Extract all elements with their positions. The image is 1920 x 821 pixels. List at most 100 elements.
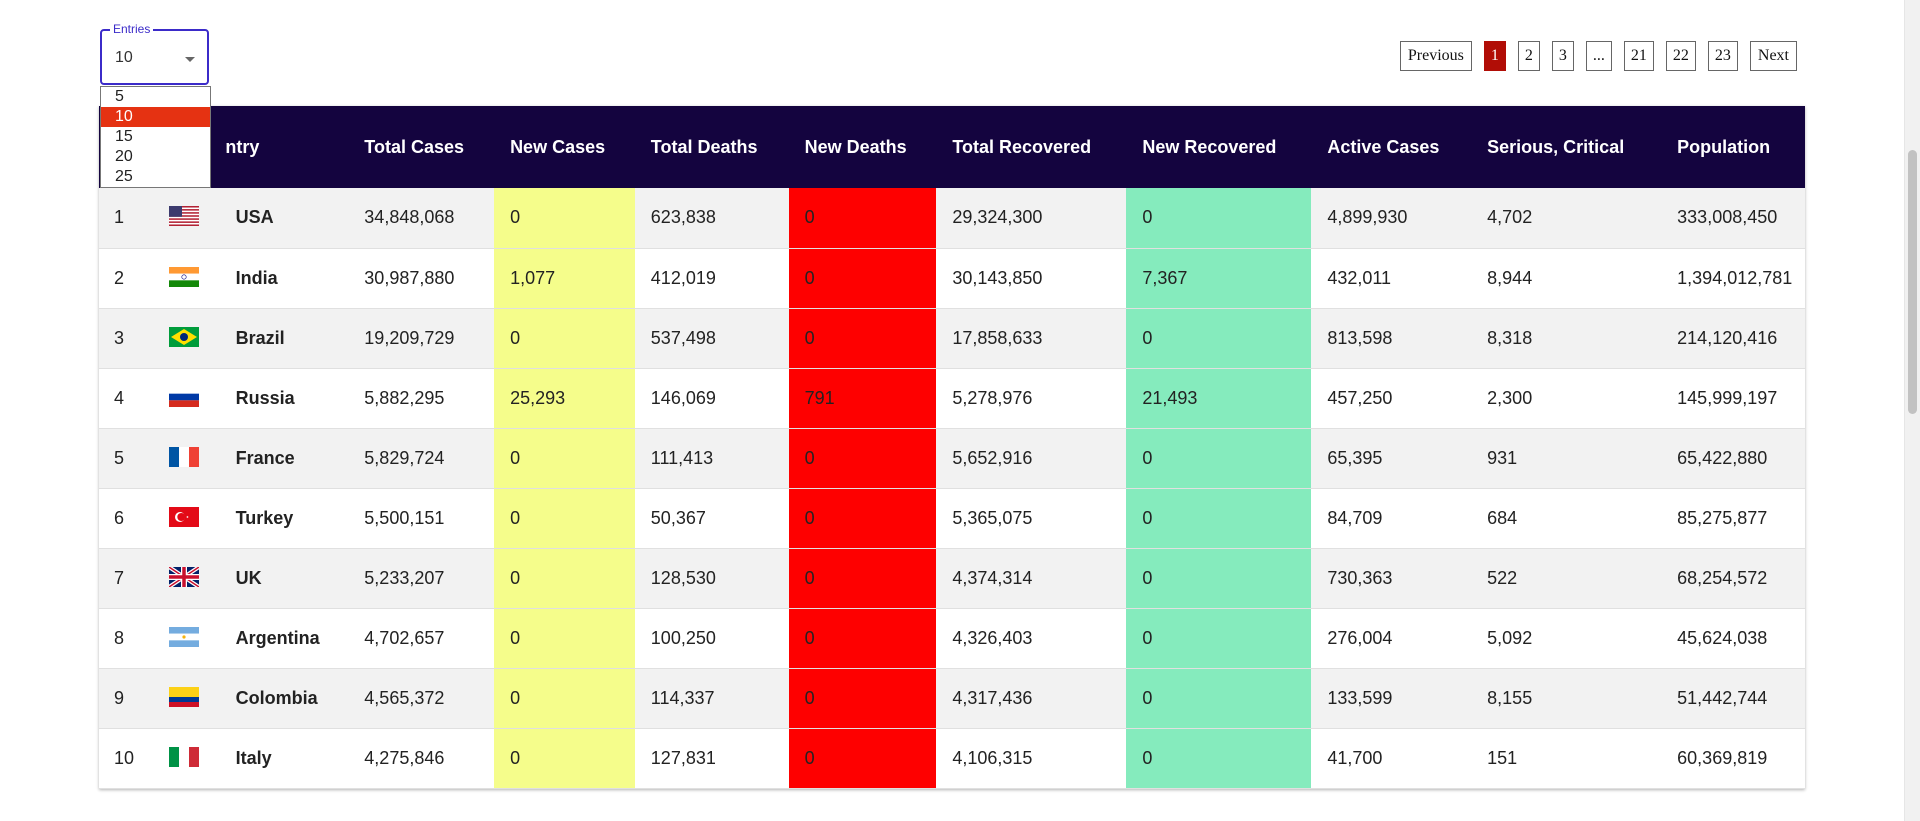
country-cell: USA (235, 207, 274, 228)
header-new-recovered[interactable]: New Recovered (1126, 106, 1311, 188)
population-cell: 45,624,038 (1677, 627, 1768, 648)
previous-button[interactable]: Previous (1399, 41, 1472, 71)
table-row: 7 UK 5,233,207 0 128,530 0 4,374,314 0 730,363 52… (99, 548, 1805, 608)
scrollbar-thumb[interactable] (1908, 150, 1917, 414)
header-new-cases[interactable]: New Cases (494, 106, 635, 188)
serious-critical-cell: 8,155 (1487, 687, 1533, 708)
header-total-deaths[interactable]: Total Deaths (635, 106, 789, 188)
country-cell: UK (235, 567, 262, 588)
entries-label: Entries (110, 22, 154, 36)
serious-critical-cell: 522 (1487, 567, 1518, 588)
flag-cell (169, 248, 219, 308)
new-deaths-cell: 0 (788, 488, 937, 548)
entries-option-15[interactable]: 15 (101, 127, 210, 147)
us-flag-icon (169, 206, 219, 227)
table-row: 1 USA 34,848,068 0 623,838 0 29,324,300 0 4,899,… (99, 188, 1805, 248)
new-deaths-cell: 0 (788, 668, 937, 728)
rank-cell: 7 (114, 567, 125, 588)
new-cases-cell: 0 (494, 488, 635, 548)
population-cell: 60,369,819 (1677, 747, 1768, 768)
total-cases-cell: 4,275,846 (364, 747, 445, 768)
header-population[interactable]: Population (1661, 106, 1805, 188)
country-cell: Brazil (235, 327, 285, 348)
total-deaths-cell: 50,367 (650, 507, 706, 528)
flag-cell (169, 428, 219, 488)
entries-option-5[interactable]: 5 (101, 87, 210, 107)
new-recovered-cell: 0 (1126, 668, 1312, 728)
country-cell: Colombia (235, 687, 318, 708)
table-row: 9 Colombia 4,565,372 0 114,337 0 4,317,436 0 133… (99, 668, 1805, 728)
header-active-cases[interactable]: Active Cases (1311, 106, 1471, 188)
page-button-3[interactable]: 3 (1551, 41, 1574, 71)
rank-cell: 1 (114, 207, 125, 228)
new-deaths-cell: 0 (788, 728, 937, 788)
total-deaths-cell: 146,069 (650, 387, 716, 408)
table-row: 10 Italy 4,275,846 0 127,831 0 4,106,315 0 41,70… (99, 728, 1805, 788)
new-deaths-cell: 0 (788, 428, 937, 488)
page-button-21[interactable]: 21 (1623, 41, 1654, 71)
next-button[interactable]: Next (1749, 41, 1797, 71)
population-cell: 214,120,416 (1677, 327, 1778, 348)
rank-cell: 6 (114, 507, 125, 528)
total-deaths-cell: 111,413 (650, 447, 714, 468)
rank-cell: 9 (114, 687, 125, 708)
page-button-22[interactable]: 22 (1665, 41, 1696, 71)
population-cell: 1,394,012,781 (1677, 267, 1793, 288)
total-deaths-cell: 128,530 (650, 567, 716, 588)
page-button-1[interactable]: 1 (1483, 41, 1506, 71)
page-button-23[interactable]: 23 (1707, 41, 1738, 71)
colombia-flag-icon (169, 686, 219, 707)
covid-stats-table: ntry Total Cases New Cases Total Deaths … (99, 106, 1805, 789)
total-deaths-cell: 412,019 (650, 267, 716, 288)
table-row: 3 Brazil 19,209,729 0 537,498 0 17,858,633 0 813… (99, 308, 1805, 368)
active-cases-cell: 41,700 (1327, 747, 1383, 768)
total-recovered-cell: 4,317,436 (952, 687, 1033, 708)
active-cases-cell: 84,709 (1327, 507, 1383, 528)
flag-cell (169, 488, 219, 548)
table-row: 6 Turkey 5,500,151 0 50,367 0 5,365,075 0 84,709… (99, 488, 1805, 548)
table-row: 5 France 5,829,724 0 111,413 0 5,652,916 0 65,39… (99, 428, 1805, 488)
new-deaths-cell: 0 (788, 548, 937, 608)
total-cases-cell: 4,565,372 (364, 687, 445, 708)
india-flag-icon (169, 266, 219, 287)
entries-value: 10 (115, 49, 133, 66)
table-header-row: ntry Total Cases New Cases Total Deaths … (99, 106, 1805, 188)
header-total-recovered[interactable]: Total Recovered (936, 106, 1126, 188)
active-cases-cell: 133,599 (1327, 687, 1393, 708)
new-recovered-cell: 21,493 (1126, 368, 1312, 428)
total-cases-cell: 34,848,068 (364, 207, 455, 228)
page-ellipsis[interactable]: ... (1585, 41, 1612, 71)
total-recovered-cell: 5,278,976 (952, 387, 1033, 408)
new-cases-cell: 1,077 (494, 248, 635, 308)
total-deaths-cell: 114,337 (650, 687, 715, 708)
total-recovered-cell: 17,858,633 (952, 327, 1043, 348)
rank-cell: 8 (114, 627, 125, 648)
active-cases-cell: 432,011 (1327, 267, 1392, 288)
entries-option-20[interactable]: 20 (101, 147, 210, 167)
entries-dropdown: 5 10 15 20 25 (100, 86, 211, 188)
page-scrollbar[interactable] (1904, 0, 1920, 821)
flag-cell (169, 608, 219, 668)
entries-option-10[interactable]: 10 (101, 107, 210, 127)
brazil-flag-icon (169, 326, 219, 347)
entries-option-25[interactable]: 25 (101, 167, 210, 187)
total-deaths-cell: 127,831 (650, 747, 716, 768)
total-recovered-cell: 5,365,075 (952, 507, 1033, 528)
total-cases-cell: 4,702,657 (364, 627, 445, 648)
total-cases-cell: 5,882,295 (364, 387, 445, 408)
active-cases-cell: 4,899,930 (1327, 207, 1408, 228)
page-button-2[interactable]: 2 (1517, 41, 1540, 71)
header-serious-critical[interactable]: Serious, Critical (1471, 106, 1661, 188)
new-recovered-cell: 0 (1126, 548, 1312, 608)
total-cases-cell: 19,209,729 (364, 327, 455, 348)
rank-cell: 10 (114, 747, 135, 768)
header-new-deaths[interactable]: New Deaths (789, 106, 937, 188)
entries-select[interactable]: Entries 10 (100, 22, 209, 85)
header-total-cases[interactable]: Total Cases (348, 106, 494, 188)
serious-critical-cell: 931 (1487, 447, 1518, 468)
total-cases-cell: 30,987,880 (364, 267, 455, 288)
active-cases-cell: 730,363 (1327, 567, 1393, 588)
russia-flag-icon (169, 386, 219, 407)
serious-critical-cell: 5,092 (1487, 627, 1533, 648)
new-cases-cell: 0 (494, 428, 635, 488)
